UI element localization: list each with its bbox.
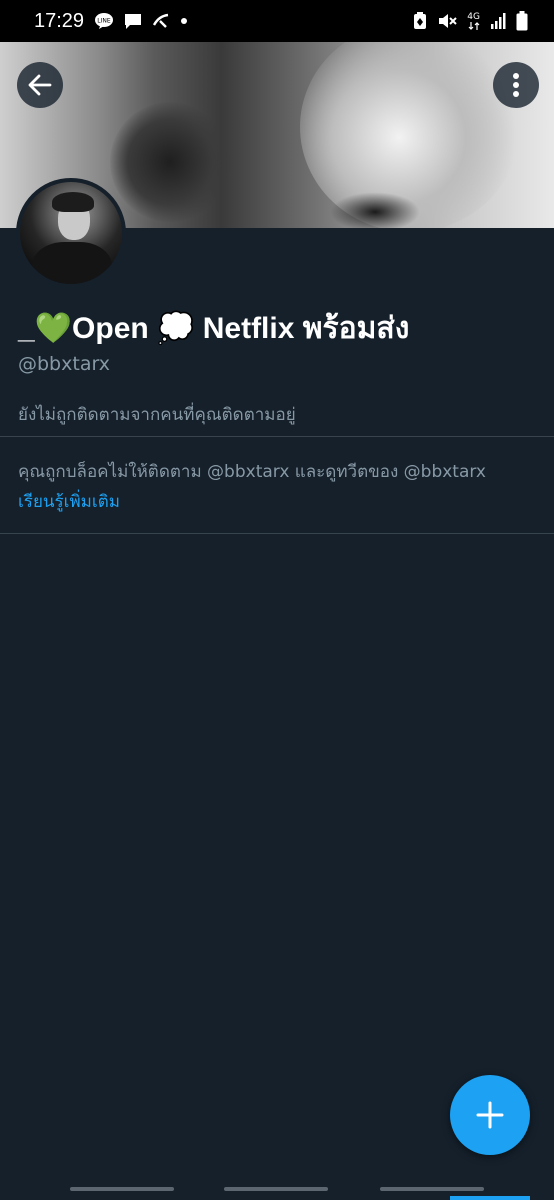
display-name: _💚Open 💭 Netflix พร้อมส่ง — [18, 312, 410, 345]
mute-icon — [437, 12, 458, 30]
nav-active-indicator — [450, 1196, 530, 1200]
nav-pill — [70, 1187, 174, 1191]
battery-saver-icon — [413, 12, 427, 30]
status-bar: 17:29 LINE 4G — [0, 0, 554, 42]
status-time: 17:29 — [34, 9, 85, 32]
carrier-icon — [152, 12, 170, 30]
nav-pill — [224, 1187, 328, 1191]
network-type: 4G — [467, 11, 480, 30]
avatar-hair-shape — [52, 192, 94, 212]
followed-by-note: ยังไม่ถูกติดตามจากคนที่คุณติดตามอยู่ — [18, 405, 296, 425]
network-type-label: 4G — [467, 11, 480, 22]
message-icon — [124, 12, 142, 30]
profile-avatar[interactable] — [16, 178, 126, 288]
learn-more-link[interactable]: เรียนรู้เพิ่มเติม — [18, 488, 120, 515]
banner-shade — [330, 192, 420, 228]
dot-icon — [180, 17, 188, 25]
svg-text:LINE: LINE — [97, 18, 111, 25]
banner-shade — [110, 102, 230, 222]
blocked-message: คุณถูกบล็อคไม่ให้ติดตาม @bbxtarx และดูทว… — [18, 462, 486, 482]
compose-tweet-button[interactable] — [450, 1075, 530, 1155]
divider — [0, 533, 554, 534]
more-vertical-icon — [512, 72, 520, 98]
plus-icon — [475, 1100, 505, 1130]
user-handle: @bbxtarx — [18, 353, 111, 375]
back-button[interactable] — [17, 62, 63, 108]
avatar-body-shape — [32, 242, 112, 284]
avatar-image — [20, 182, 122, 284]
divider — [0, 436, 554, 437]
back-arrow-icon — [27, 72, 53, 98]
status-bar-right: 4G — [413, 11, 528, 31]
nav-pill — [380, 1187, 484, 1191]
more-options-button[interactable] — [493, 62, 539, 108]
signal-icon — [490, 12, 506, 30]
line-icon: LINE — [94, 12, 114, 30]
battery-icon — [516, 11, 528, 31]
status-bar-left: 17:29 LINE — [34, 10, 188, 33]
